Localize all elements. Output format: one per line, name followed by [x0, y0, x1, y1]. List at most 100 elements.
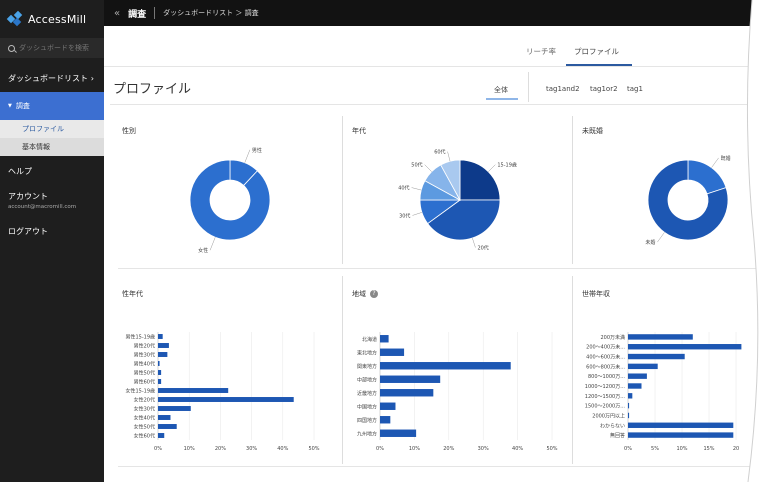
- bar[interactable]: [628, 334, 693, 340]
- filter-divider: [528, 72, 529, 102]
- bar[interactable]: [158, 334, 163, 339]
- topbar-divider: [154, 7, 156, 19]
- x-tick-label: 20%: [215, 446, 226, 452]
- x-tick-label: 10%: [409, 446, 420, 452]
- bar[interactable]: [628, 373, 647, 379]
- card-divider: [342, 116, 343, 264]
- bar[interactable]: [158, 352, 168, 357]
- help-icon[interactable]: ?: [370, 290, 378, 298]
- nav-dashboard-list-label: ダッシュボードリスト: [8, 73, 88, 83]
- category-label: 女性60代: [134, 433, 155, 440]
- bar[interactable]: [380, 402, 396, 410]
- filter-all[interactable]: 全体: [494, 85, 508, 95]
- nav-dashboard-list[interactable]: ダッシュボードリスト ›: [0, 64, 104, 92]
- category-label: 女性40代: [134, 415, 155, 422]
- x-tick-label: 40%: [277, 446, 288, 452]
- category-label: 中国地方: [357, 403, 377, 410]
- bar[interactable]: [158, 406, 191, 411]
- bar[interactable]: [380, 362, 511, 370]
- bar[interactable]: [628, 422, 734, 428]
- submenu-item-basic-info[interactable]: 基本情報: [0, 138, 104, 156]
- bar[interactable]: [380, 348, 405, 356]
- category-label: 女性20代: [134, 397, 155, 404]
- tab-reach-rate[interactable]: リーチ率: [526, 46, 556, 57]
- app-logo[interactable]: AccessMill: [0, 0, 104, 38]
- category-label: 男性40代: [134, 361, 155, 368]
- row-divider: [118, 268, 764, 269]
- pie-label-leader: [412, 212, 423, 216]
- x-tick-label: 15%: [703, 446, 714, 452]
- bar[interactable]: [380, 416, 391, 424]
- nav-survey[interactable]: ▼ 調査: [0, 92, 104, 120]
- category-label: 1500〜2000万...: [585, 404, 626, 410]
- breadcrumb[interactable]: ダッシュボードリスト ＞ 調査: [163, 8, 258, 18]
- bar[interactable]: [628, 412, 630, 419]
- x-tick-label: 50%: [546, 446, 557, 452]
- bar[interactable]: [158, 379, 162, 384]
- bar[interactable]: [380, 429, 417, 437]
- category-label: 無回答: [610, 432, 625, 439]
- bar[interactable]: [628, 402, 630, 409]
- filter-tag1[interactable]: tag1: [627, 85, 643, 93]
- accessmill-logo-icon: [6, 10, 23, 27]
- x-tick-label: 30%: [478, 446, 489, 452]
- category-label: 1000〜1200万...: [585, 384, 626, 390]
- category-label: 女性15-19歳: [125, 388, 155, 395]
- pie-slice[interactable]: [687, 159, 727, 195]
- pie-slice[interactable]: [189, 159, 271, 241]
- nav-logout[interactable]: ログアウト: [0, 226, 104, 237]
- bar[interactable]: [628, 344, 742, 350]
- page-edge-decoration: [746, 0, 764, 482]
- pie-label-leader: [488, 164, 496, 172]
- nav-help[interactable]: ヘルプ: [0, 166, 104, 177]
- category-label: 男性30代: [134, 352, 155, 359]
- tab-profile[interactable]: プロファイル: [574, 46, 619, 57]
- caret-down-icon: ▼: [8, 103, 12, 109]
- search-input[interactable]: [19, 44, 99, 52]
- category-label: 近畿地方: [357, 390, 377, 397]
- search-icon: [8, 44, 15, 52]
- bar[interactable]: [158, 397, 294, 402]
- pie-label-leader: [424, 164, 432, 172]
- category-label: 九州地方: [357, 430, 377, 437]
- pie-label-leader: [411, 187, 422, 191]
- category-label: 男性50代: [134, 370, 155, 377]
- bar[interactable]: [158, 388, 229, 393]
- tabs-divider: [104, 66, 764, 67]
- pie-label-leader: [657, 232, 665, 243]
- submenu-item-profile[interactable]: プロファイル: [0, 120, 104, 138]
- bar[interactable]: [158, 415, 171, 420]
- dashboard-search[interactable]: [0, 38, 104, 58]
- bar[interactable]: [380, 335, 389, 343]
- bar[interactable]: [628, 363, 658, 370]
- bar[interactable]: [158, 361, 160, 366]
- card-title-age: 年代: [352, 127, 366, 135]
- category-label: 北海道: [362, 336, 377, 343]
- bar[interactable]: [628, 383, 642, 389]
- x-tick-label: 40%: [512, 446, 523, 452]
- card-title-gender-age: 性年代: [122, 290, 143, 298]
- card-title-gender: 性別: [122, 127, 136, 135]
- bar[interactable]: [380, 389, 434, 397]
- bar[interactable]: [628, 353, 685, 360]
- category-label: 2000万円以上: [592, 412, 625, 419]
- card-title-marital: 未既婚: [582, 127, 603, 135]
- pie-slice-label: 40代: [398, 185, 409, 192]
- filter-tag1or2[interactable]: tag1or2: [590, 85, 618, 93]
- category-label: 200〜400万未...: [586, 344, 625, 351]
- x-tick-label: 0%: [376, 446, 384, 452]
- bar[interactable]: [628, 393, 633, 399]
- bar[interactable]: [158, 433, 165, 438]
- filter-tag1and2[interactable]: tag1and2: [546, 85, 580, 93]
- bar[interactable]: [158, 370, 162, 375]
- nav-survey-label: 調査: [15, 102, 30, 110]
- x-tick-label: 50%: [308, 446, 319, 452]
- collapse-sidebar-icon[interactable]: «: [114, 8, 120, 19]
- bar[interactable]: [628, 432, 734, 438]
- bar[interactable]: [158, 343, 169, 348]
- bar[interactable]: [380, 375, 441, 383]
- bar[interactable]: [158, 424, 177, 429]
- category-label: 関東地方: [357, 363, 377, 370]
- nav-account[interactable]: アカウント: [0, 191, 104, 202]
- category-label: 男性15-19歳: [125, 334, 155, 341]
